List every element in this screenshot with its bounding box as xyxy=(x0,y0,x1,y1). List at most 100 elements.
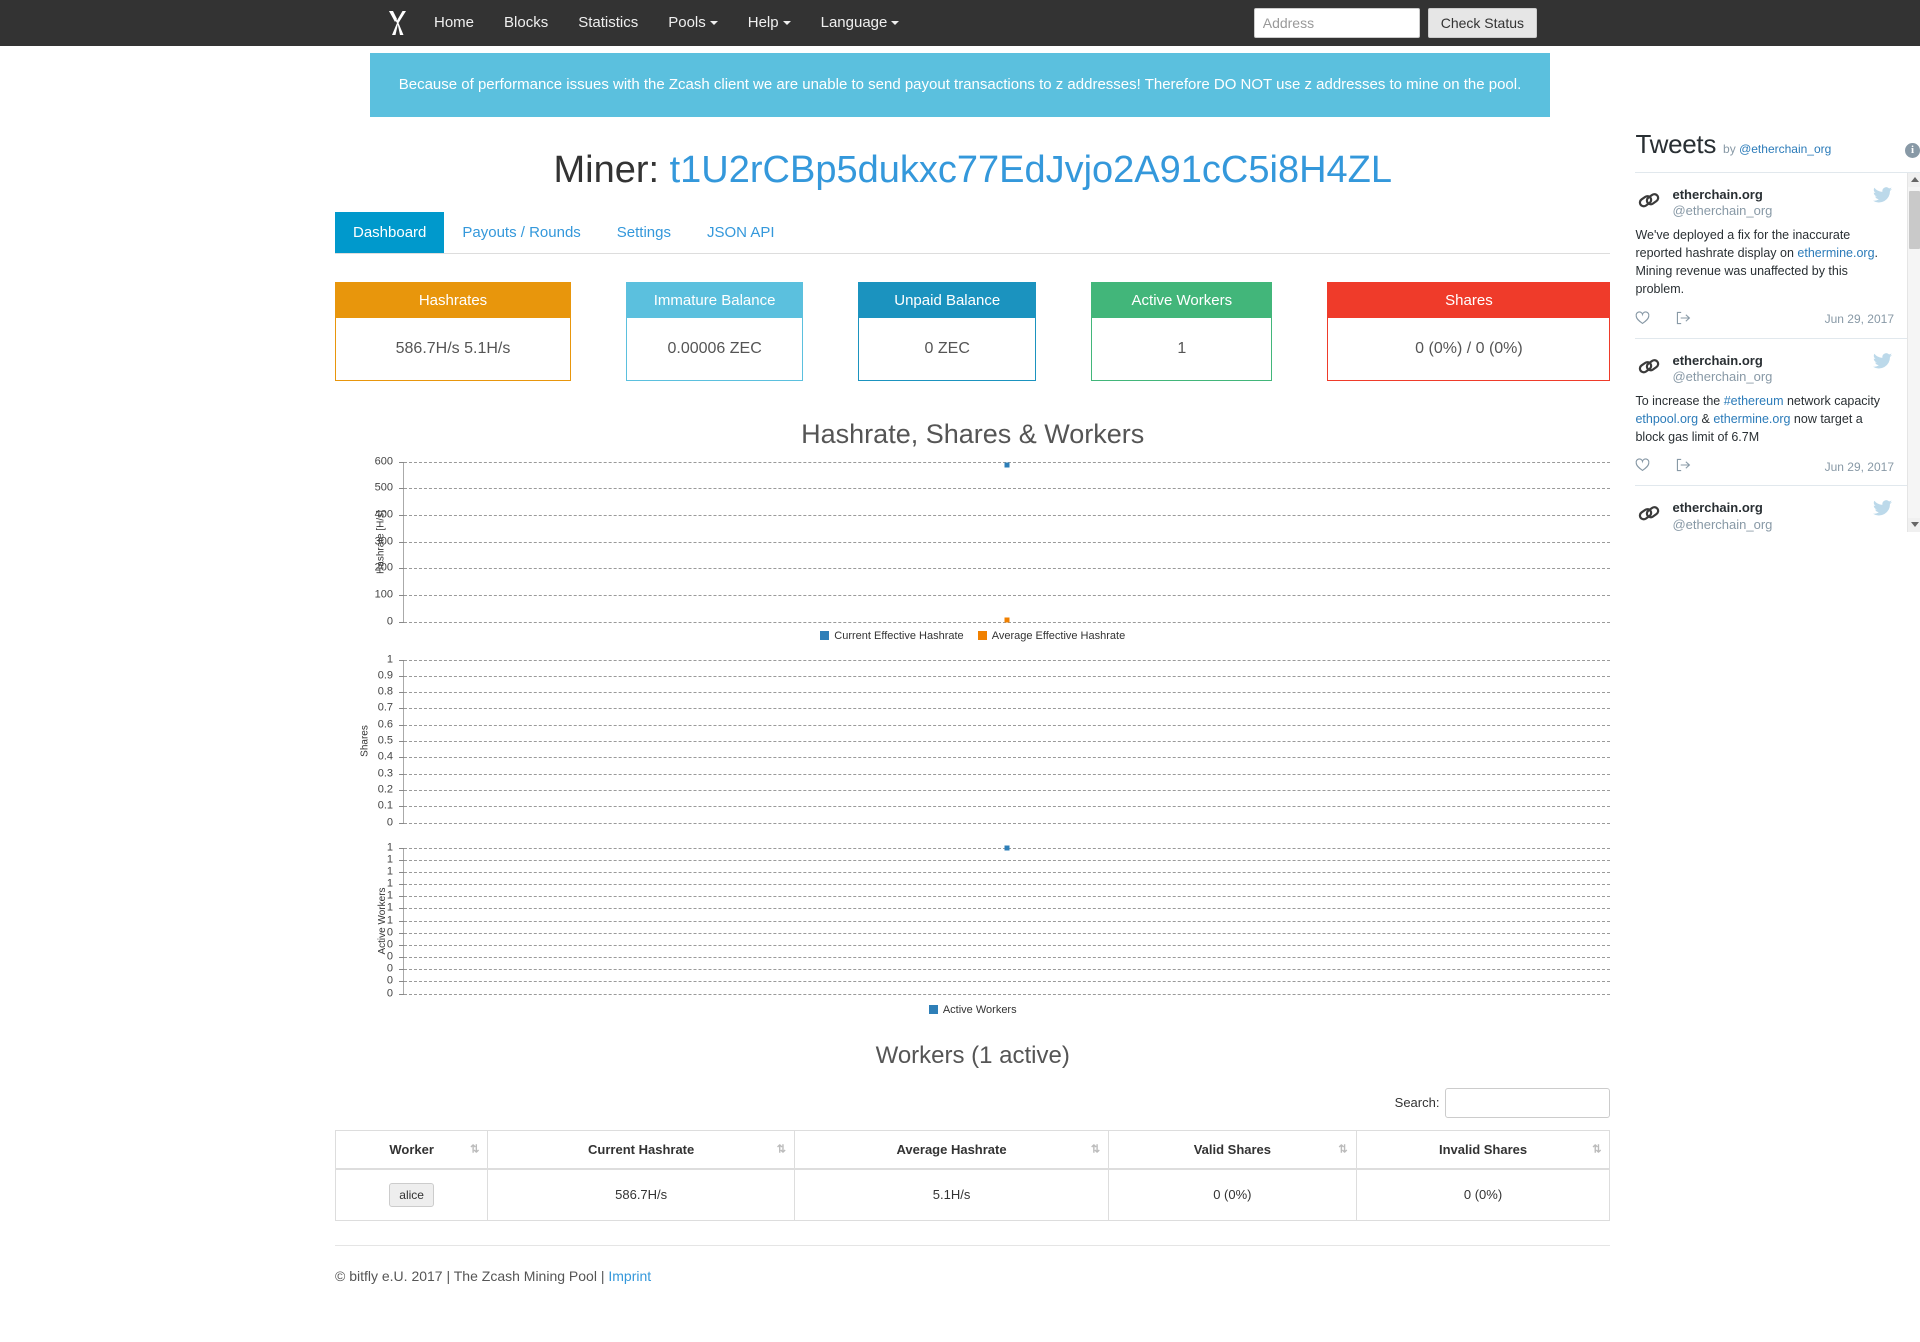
address-input[interactable] xyxy=(1253,8,1420,38)
nav-links: Home Blocks Statistics Pools Help Langua… xyxy=(419,0,914,46)
cell-average-hashrate: 5.1H/s xyxy=(793,1168,1110,1221)
tweet-author-handle[interactable]: @etherchain_org xyxy=(1672,517,1772,532)
axis-tick-label: 1 xyxy=(386,914,393,926)
chevron-up-icon xyxy=(1910,177,1919,182)
check-status-button[interactable]: Check Status xyxy=(1427,8,1537,38)
tab-settings[interactable]: Settings xyxy=(599,212,689,253)
sort-icon: ⇅ xyxy=(1090,1143,1100,1156)
nav-link-blocks[interactable]: Blocks xyxy=(489,0,563,46)
list-item[interactable]: etherchain.org @etherchain_org We've dep… xyxy=(1635,173,1920,339)
chain-link-icon xyxy=(1639,506,1660,521)
tweet-date[interactable]: Jun 29, 2017 xyxy=(1825,460,1894,474)
tweets-scrollbar[interactable] xyxy=(1907,172,1920,532)
axis-tick-label: 0.4 xyxy=(377,750,393,763)
gridline xyxy=(404,908,1611,910)
scrollbar-thumb[interactable] xyxy=(1909,190,1920,249)
axis-tick-mark xyxy=(399,981,404,983)
th-valid-shares[interactable]: Valid Shares ⇅ xyxy=(1108,1129,1357,1170)
tweet-author-name[interactable]: etherchain.org xyxy=(1672,353,1772,369)
axis-tick-mark xyxy=(399,773,404,775)
nav-link-home[interactable]: Home xyxy=(419,0,489,46)
worker-chip[interactable]: alice xyxy=(389,1182,434,1207)
info-icon[interactable]: i xyxy=(1905,142,1920,158)
th-average-hashrate[interactable]: Average Hashrate ⇅ xyxy=(793,1129,1110,1170)
search-input[interactable] xyxy=(1445,1087,1611,1118)
gridline xyxy=(404,806,1611,808)
th-current-hashrate[interactable]: Current Hashrate ⇅ xyxy=(487,1129,795,1170)
twitter-handle-link[interactable]: @etherchain_org xyxy=(1739,142,1831,156)
gridline xyxy=(404,773,1611,775)
gridline xyxy=(404,969,1611,971)
axis-tick-mark xyxy=(399,806,404,808)
avatar xyxy=(1635,500,1663,528)
nav-link-help[interactable]: Help xyxy=(733,0,806,46)
footer-imprint-link[interactable]: Imprint xyxy=(608,1268,651,1284)
tweet-hashtag-link[interactable]: #ethereum xyxy=(1724,394,1784,408)
cell-invalid-shares: 0 (0%) xyxy=(1355,1168,1611,1221)
axis-tick-mark xyxy=(399,514,404,516)
list-item[interactable]: etherchain.org @etherchain_org To increa… xyxy=(1635,339,1920,487)
tweet-author-name[interactable]: etherchain.org xyxy=(1672,187,1772,203)
tweet-author-handle[interactable]: @etherchain_org xyxy=(1672,203,1772,219)
panel-unpaid-balance: Unpaid Balance 0 ZEC xyxy=(858,281,1037,381)
axis-tick-mark xyxy=(399,708,404,710)
chevron-down-icon xyxy=(782,21,791,26)
legend-swatch-icon xyxy=(977,631,987,640)
share-icon[interactable] xyxy=(1676,458,1691,475)
tweet-author-name[interactable]: etherchain.org xyxy=(1672,500,1772,516)
workers-search-row: Search: xyxy=(335,1087,1611,1118)
th-invalid-shares[interactable]: Invalid Shares ⇅ xyxy=(1355,1129,1611,1170)
tweet-link[interactable]: ethermine.org xyxy=(1797,246,1874,260)
axis-tick-label: 0 xyxy=(386,926,393,939)
tweet-author-handle[interactable]: @etherchain_org xyxy=(1672,369,1772,385)
tweet-link[interactable]: ethermine.org xyxy=(1713,412,1790,426)
scroll-up-button[interactable] xyxy=(1908,172,1920,187)
nav-link-pools[interactable]: Pools xyxy=(653,0,733,46)
like-icon[interactable] xyxy=(1635,310,1650,328)
list-item[interactable]: etherchain.org @etherchain_org xyxy=(1635,486,1920,532)
gridline xyxy=(404,884,1611,885)
axis-tick-mark xyxy=(399,724,404,726)
twitter-bird-icon xyxy=(1873,186,1892,206)
hashrate-chart: Hashrate [H/s] 600 500 400 300 200 100 0 Curre… xyxy=(335,456,1611,642)
like-icon[interactable] xyxy=(1635,458,1650,475)
share-icon[interactable] xyxy=(1676,311,1691,328)
tweet-actions: Jun 29, 2017 xyxy=(1635,458,1894,475)
panel-immature-balance: Immature Balance 0.00006 ZEC xyxy=(626,281,804,381)
miner-address[interactable]: t1U2rCBp5dukxc77EdJvjo2A91cC5i8H4ZL xyxy=(670,149,1392,191)
sort-icon: ⇅ xyxy=(776,1143,786,1156)
axis-tick-label: 1 xyxy=(386,889,393,902)
scroll-down-button[interactable] xyxy=(1908,517,1920,532)
data-point[interactable] xyxy=(1004,845,1010,850)
footer-text: © bitfly e.U. 2017 | The Zcash Mining Po… xyxy=(335,1267,609,1284)
gridline xyxy=(404,871,1611,873)
tab-dashboard[interactable]: Dashboard xyxy=(335,211,445,253)
tab-payouts-rounds[interactable]: Payouts / Rounds xyxy=(444,212,598,253)
performance-alert: Because of performance issues with the Z… xyxy=(370,53,1550,117)
data-point[interactable] xyxy=(1004,617,1010,623)
axis-tick-label: 0.1 xyxy=(377,799,393,812)
page-footer: © bitfly e.U. 2017 | The Zcash Mining Po… xyxy=(335,1244,1611,1284)
axis-tick-mark xyxy=(399,692,404,694)
data-point[interactable] xyxy=(1004,462,1010,468)
panel-hashrates: Hashrates 586.7H/s 5.1H/s xyxy=(335,281,571,381)
axis-tick-mark xyxy=(399,969,404,971)
page-title-prefix: Miner: xyxy=(553,148,660,191)
panel-unpaid-balance-value: 0 ZEC xyxy=(924,339,970,357)
axis-tick-label: 1 xyxy=(386,653,393,665)
axis-tick-label: 0.6 xyxy=(377,718,393,731)
panel-immature-balance-value: 0.00006 ZEC xyxy=(667,339,762,357)
tweet-link[interactable]: ethpool.org xyxy=(1635,412,1698,426)
gridline xyxy=(404,859,1611,861)
tweet-date[interactable]: Jun 29, 2017 xyxy=(1825,312,1894,326)
gridline xyxy=(404,932,1611,934)
tab-json-api[interactable]: JSON API xyxy=(689,212,793,253)
panel-shares: Shares 0 (0%) / 0 (0%) xyxy=(1327,281,1611,381)
gridline xyxy=(404,675,1611,677)
th-worker[interactable]: Worker ⇅ xyxy=(334,1129,489,1170)
brand-logo[interactable] xyxy=(375,0,419,46)
nav-link-statistics[interactable]: Statistics xyxy=(563,0,653,46)
axis-tick-mark xyxy=(399,884,404,885)
panel-hashrates-value: 586.7H/s 5.1H/s xyxy=(395,339,511,357)
nav-link-language[interactable]: Language xyxy=(806,0,915,46)
